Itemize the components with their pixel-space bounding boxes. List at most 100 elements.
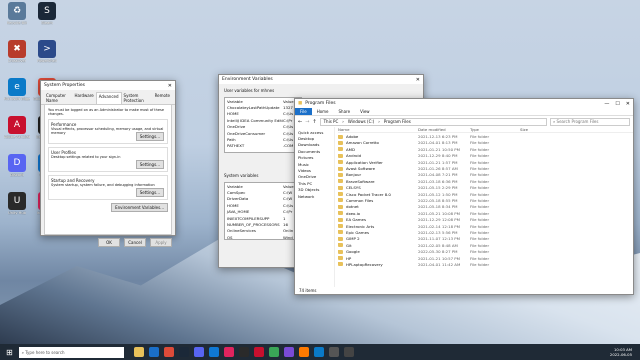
column-type[interactable]: Type: [470, 127, 520, 132]
breadcrumb-program-files[interactable]: Program Files: [384, 119, 411, 124]
taskbar-app-icon[interactable]: [344, 347, 355, 357]
navigation-pane: Quick access Desktop Downloads Documents Pic…: [295, 127, 335, 287]
desktop-icon[interactable]: > PowerShell: [32, 40, 62, 63]
desktop-icon[interactable]: D Discord: [2, 154, 32, 177]
env-var-row[interactable]: Variable Value: [225, 183, 301, 189]
desktop-icon[interactable]: ✖ CrossOver: [2, 40, 32, 63]
startup-desc: System startup, system failure, and debu…: [51, 183, 155, 187]
var-name: NUMBER_OF_PROCESSORS: [227, 222, 280, 228]
search-input[interactable]: ⌕ Search Program Files: [550, 117, 630, 126]
tab-home[interactable]: Home: [312, 108, 334, 115]
breadcrumb[interactable]: This PC › Windows (C:) › Program Files: [319, 117, 547, 126]
taskbar-app-icon[interactable]: [209, 347, 220, 357]
minimize-icon[interactable]: —: [604, 101, 609, 107]
env-var-row[interactable]: JAVA_HOME C:\Pr: [225, 209, 301, 215]
breadcrumb-this-pc[interactable]: This PC: [324, 119, 339, 124]
desktop-icon-label: PowerShell: [37, 59, 57, 63]
file-row[interactable]: HPLaptopRecovery 2021-04-01 11:42 AM File …: [338, 261, 633, 267]
desktop-icon[interactable]: e Microsoft Edge: [2, 78, 32, 101]
folder-icon: [338, 134, 343, 139]
var-name: JAVA_HOME: [227, 209, 250, 215]
var-value: C:\Pr: [283, 209, 293, 215]
file-name: CELSYS: [346, 185, 361, 191]
desktop-icon-label: Microsoft Edge: [3, 97, 31, 101]
taskbar-app-icon[interactable]: [164, 347, 175, 357]
env-var-row[interactable]: HOME C:\Us: [225, 111, 301, 117]
folder-icon: [338, 236, 343, 241]
performance-settings-button[interactable]: Settings...: [135, 132, 164, 141]
cancel-button[interactable]: Cancel: [124, 238, 146, 247]
desktop-icon[interactable]: S Steam: [32, 2, 62, 25]
close-icon[interactable]: ✕: [416, 77, 420, 83]
taskbar-app-icon[interactable]: [284, 347, 295, 357]
var-name: OneDrive: [227, 124, 246, 130]
file-type: File folder: [470, 255, 490, 261]
taskbar-app-icon[interactable]: [134, 347, 145, 357]
up-icon[interactable]: ↑: [312, 119, 316, 125]
window-title: System Properties: [44, 83, 85, 88]
taskbar-app-icon[interactable]: [194, 347, 205, 357]
env-var-row[interactable]: OnlineServices Onlin: [225, 228, 301, 234]
clock[interactable]: 10:03 AM 2022-06-05: [610, 347, 640, 357]
column-size[interactable]: Size: [520, 127, 528, 132]
user-profiles-group: User Profiles Desktop settings related t…: [48, 147, 168, 172]
env-var-row[interactable]: PATHEXT .COM: [225, 143, 301, 149]
file-date: 2021-03-18 6:36 PM: [418, 178, 458, 184]
env-var-row[interactable]: OS Wind: [225, 234, 301, 239]
tab-hardware[interactable]: Hardware: [72, 92, 95, 104]
breadcrumb-windows-c[interactable]: Windows (C:): [348, 119, 374, 124]
taskbar-app-icon[interactable]: [149, 347, 160, 357]
desktop-icon[interactable]: U Unity Hub: [2, 192, 32, 215]
file-explorer-window: ■ Program Files — ☐ ✕ File Home Share View ←…: [294, 98, 634, 295]
column-name[interactable]: Name: [338, 127, 418, 132]
environment-variables-button[interactable]: Environment Variables...: [111, 203, 168, 212]
tab-file[interactable]: File: [295, 108, 312, 115]
tab-advanced[interactable]: Advanced: [95, 92, 122, 104]
env-var-row[interactable]: HOME C:\Us: [225, 202, 301, 208]
env-var-row[interactable]: OneDrive C:\Us: [225, 124, 301, 130]
forward-icon[interactable]: →: [305, 119, 309, 125]
env-var-row[interactable]: DriverData C:\W: [225, 196, 301, 202]
env-var-row[interactable]: IntelliJ IDEA Community Editi... C:\Pr: [225, 117, 301, 123]
tab-remote[interactable]: Remote: [153, 92, 172, 104]
desktop-icon-label: Discord: [10, 173, 24, 177]
startup-settings-button[interactable]: Settings...: [135, 188, 164, 197]
close-icon[interactable]: ✕: [626, 101, 630, 107]
taskbar-app-icon[interactable]: [254, 347, 265, 357]
taskbar-app-icon[interactable]: [224, 347, 235, 357]
close-icon[interactable]: ✕: [168, 83, 172, 89]
desktop-icon[interactable]: ♻ Recycle Bin: [2, 2, 32, 25]
nav-item[interactable]: Network: [295, 193, 334, 199]
tab-strip: Computer Name Hardware Advanced System P…: [41, 90, 175, 105]
taskbar-app-icon[interactable]: [314, 347, 325, 357]
file-name: Bonjour: [346, 172, 362, 178]
tab-computer-name[interactable]: Computer Name: [44, 92, 72, 104]
start-icon[interactable]: ⊞: [6, 348, 13, 357]
env-var-row[interactable]: ComSpec C:\W: [225, 189, 301, 195]
var-name: OneDriveConsumer: [227, 130, 266, 136]
taskbar-search-input[interactable]: ⌕ Type here to search: [18, 346, 124, 358]
maximize-icon[interactable]: ☐: [615, 101, 619, 107]
ok-button[interactable]: OK: [98, 238, 120, 247]
env-var-row[interactable]: Variable Value: [225, 98, 301, 104]
file-name: BraveSoftware: [346, 178, 375, 184]
taskbar-app-icon[interactable]: [239, 347, 250, 357]
env-var-row[interactable]: Path C:\Us: [225, 136, 301, 142]
apply-button[interactable]: Apply: [150, 238, 172, 247]
taskbar-app-icon[interactable]: [269, 347, 280, 357]
back-icon[interactable]: ←: [298, 119, 302, 125]
tab-system-protection[interactable]: System Protection: [122, 92, 153, 104]
tab-share[interactable]: Share: [334, 108, 356, 115]
user-profiles-settings-button[interactable]: Settings...: [135, 160, 164, 169]
var-name: HOME: [227, 202, 239, 208]
env-var-row[interactable]: OneDriveConsumer C:\Us: [225, 130, 301, 136]
taskbar-app-icon[interactable]: [299, 347, 310, 357]
tab-view[interactable]: View: [355, 108, 375, 115]
taskbar-app-icon[interactable]: [179, 347, 190, 357]
env-var-row[interactable]: ChocolateyLastPathUpdate 1327: [225, 104, 301, 110]
column-date[interactable]: Date modified: [418, 127, 470, 132]
file-date: 2021-01-21 10:50 PM: [418, 146, 460, 152]
taskbar-app-icon[interactable]: [329, 347, 340, 357]
file-type: File folder: [470, 210, 490, 216]
desktop-icon[interactable]: A Adobe Acrobat: [2, 116, 32, 139]
